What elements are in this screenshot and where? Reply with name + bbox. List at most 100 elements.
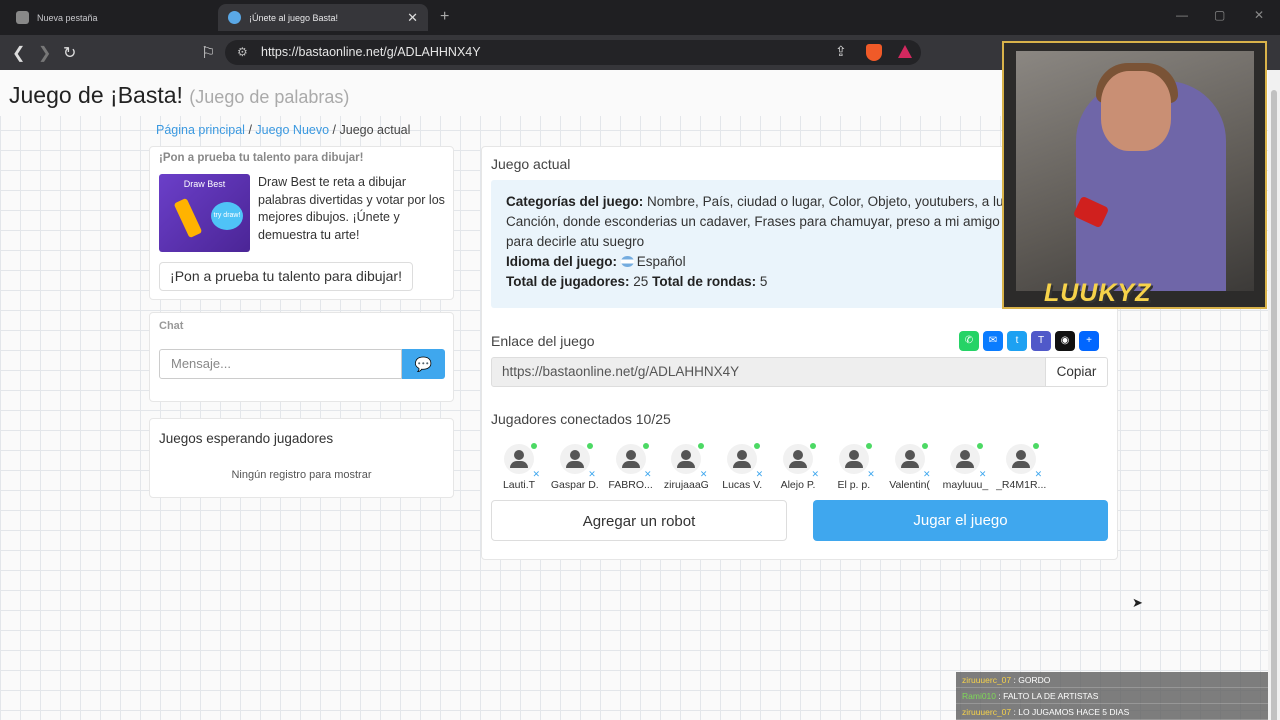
kick-player-icon[interactable]: ✕ [979, 469, 987, 480]
promo-text: Draw Best te reta a dibujar palabras div… [258, 175, 445, 242]
bookmark-icon[interactable]: ⚐ [201, 43, 215, 63]
chat-message-input[interactable]: Mensaje... [159, 349, 402, 379]
window-close-icon[interactable]: ✕ [1254, 8, 1264, 22]
players-total-value: 25 [633, 274, 649, 289]
breadcrumb-sep: / [332, 123, 340, 137]
player-item[interactable]: ✕ FABRO... [603, 443, 659, 491]
player-name: Alejo P. [780, 479, 816, 491]
rounds-label: Total de rondas: [652, 274, 757, 289]
online-status-icon [531, 443, 537, 449]
stream-chat-overlay: ziruuuerc_07 : GORDO Rami010 : FALTO LA … [956, 672, 1268, 720]
player-name: FABRO... [608, 479, 653, 491]
player-name: Gaspar D. [550, 479, 599, 491]
waiting-games-title: Juegos esperando jugadores [159, 431, 334, 446]
waiting-games-card [149, 418, 454, 498]
online-status-icon [642, 443, 649, 449]
maximize-icon[interactable]: ▢ [1214, 8, 1225, 22]
player-item[interactable]: ✕ Lucas V. [714, 443, 770, 491]
chat-send-button[interactable]: 💬 [402, 349, 445, 379]
kick-player-icon[interactable]: ✕ [588, 469, 596, 480]
game-link-field[interactable]: https://bastaonline.net/g/ADLAHHNX4Y [491, 357, 1046, 387]
play-game-button[interactable]: Jugar el juego [813, 500, 1108, 541]
user-avatar-icon: ✕ [671, 443, 707, 479]
whatsapp-icon[interactable]: ✆ [959, 331, 979, 351]
waiting-games-empty: Ningún registro para mostrar [231, 469, 372, 481]
user-avatar-icon: ✕ [1006, 443, 1042, 479]
new-tab-icon[interactable]: + [440, 8, 449, 26]
user-avatar-icon: ✕ [615, 443, 652, 479]
draw-best-badge: try draw! [211, 202, 243, 230]
share-page-icon[interactable]: ⇪ [835, 43, 847, 60]
chat-user: Rami010 [962, 691, 997, 701]
player-item[interactable]: ✕ zirujaaaG [658, 443, 714, 491]
title-text: Juego de ¡Basta! [9, 82, 183, 108]
breadcrumb: Página principal / Juego Nuevo / Juego a… [156, 123, 410, 137]
snapchat-icon[interactable]: ◉ [1055, 331, 1075, 351]
copy-button[interactable]: Copiar [1045, 357, 1108, 387]
scrollbar-thumb[interactable] [1271, 90, 1277, 720]
player-item[interactable]: ✕ Lauti.T [491, 443, 547, 491]
site-settings-icon[interactable]: ⚙ [237, 40, 248, 65]
brave-icon [16, 11, 29, 24]
kick-player-icon[interactable]: ✕ [644, 469, 652, 480]
user-avatar-icon: ✕ [838, 443, 875, 479]
tab-new-tab[interactable]: Nueva pestaña [6, 4, 211, 31]
kick-player-icon[interactable]: ✕ [811, 469, 819, 480]
draw-best-image-title: Draw Best [183, 179, 226, 189]
user-avatar-icon: ✕ [559, 443, 596, 479]
online-status-icon [1033, 443, 1040, 449]
mouse-cursor-icon: ➤ [1132, 595, 1143, 610]
kick-player-icon[interactable]: ✕ [756, 469, 764, 480]
player-item[interactable]: ✕ mayluuu_ [937, 443, 993, 491]
twitter-icon[interactable]: t [1007, 331, 1027, 351]
brave-rewards-icon[interactable] [898, 45, 912, 58]
stream-chat-line: ziruuuerc_07 : GORDO [956, 672, 1268, 688]
kick-player-icon[interactable]: ✕ [867, 469, 875, 480]
connected-players-label: Jugadores conectados 10/25 [491, 411, 671, 427]
page-scrollbar[interactable] [1268, 70, 1280, 720]
kick-player-icon[interactable]: ✕ [700, 469, 708, 480]
brave-shield-icon[interactable] [866, 44, 882, 61]
player-item[interactable]: ✕ Gaspar D. [547, 443, 603, 491]
minimize-icon[interactable]: — [1176, 8, 1188, 22]
add-robot-button[interactable]: Agregar un robot [491, 500, 787, 541]
kick-player-icon[interactable]: ✕ [532, 469, 540, 480]
rounds-value: 5 [759, 274, 768, 289]
speech-bubble-icon: 💬 [414, 356, 433, 372]
player-item[interactable]: ✕ Alejo P. [770, 443, 826, 491]
player-item[interactable]: ✕ _R4M1R... [993, 443, 1049, 491]
tab-basta[interactable]: ¡Únete al juego Basta! ✕ [218, 4, 428, 31]
streamer-head [1101, 71, 1171, 151]
player-item[interactable]: ✕ Valentin( [882, 443, 938, 491]
categories-label: Categorías del juego: [506, 194, 644, 209]
player-item[interactable]: ✕ El p. p. [826, 443, 882, 491]
promo-heading: ¡Pon a prueba tu talento para dibujar! [159, 152, 364, 164]
chat-user: ziruuuerc_07 [962, 675, 1012, 685]
language-label: Idioma del juego: [506, 254, 618, 269]
kick-player-icon[interactable]: ✕ [923, 469, 931, 480]
chat-label: Chat [159, 320, 184, 332]
forward-icon[interactable]: ❯ [38, 43, 51, 63]
chat-msg: : FALTO LA DE ARTISTAS [998, 691, 1099, 701]
webcam-scene [1016, 51, 1254, 291]
address-bar[interactable]: ⚙ https://bastaonline.net/g/ADLAHHNX4Y [225, 40, 921, 65]
breadcrumb-new-game[interactable]: Juego Nuevo [255, 123, 329, 137]
online-status-icon [698, 443, 705, 449]
kick-player-icon[interactable]: ✕ [1035, 469, 1043, 480]
user-avatar-icon: ✕ [950, 443, 986, 479]
chat-user: ziruuuerc_07 [962, 707, 1012, 717]
tab-label: ¡Únete al juego Basta! [249, 12, 339, 23]
language-value: Español [636, 254, 686, 269]
draw-best-image[interactable]: Draw Best try draw! [159, 174, 250, 252]
reload-icon[interactable]: ↻ [63, 43, 76, 63]
promo-button[interactable]: ¡Pon a prueba tu talento para dibujar! [159, 262, 413, 291]
back-icon[interactable]: ❮ [12, 43, 25, 63]
share-plus-icon[interactable]: + [1079, 331, 1099, 351]
online-status-icon [754, 443, 761, 449]
breadcrumb-current: Juego actual [339, 123, 411, 137]
title-subtitle: (Juego de palabras) [189, 87, 350, 107]
messenger-icon[interactable]: ✉ [983, 331, 1003, 351]
close-icon[interactable]: ✕ [407, 10, 418, 26]
breadcrumb-home[interactable]: Página principal [156, 123, 245, 137]
teams-icon[interactable]: T [1031, 331, 1051, 351]
